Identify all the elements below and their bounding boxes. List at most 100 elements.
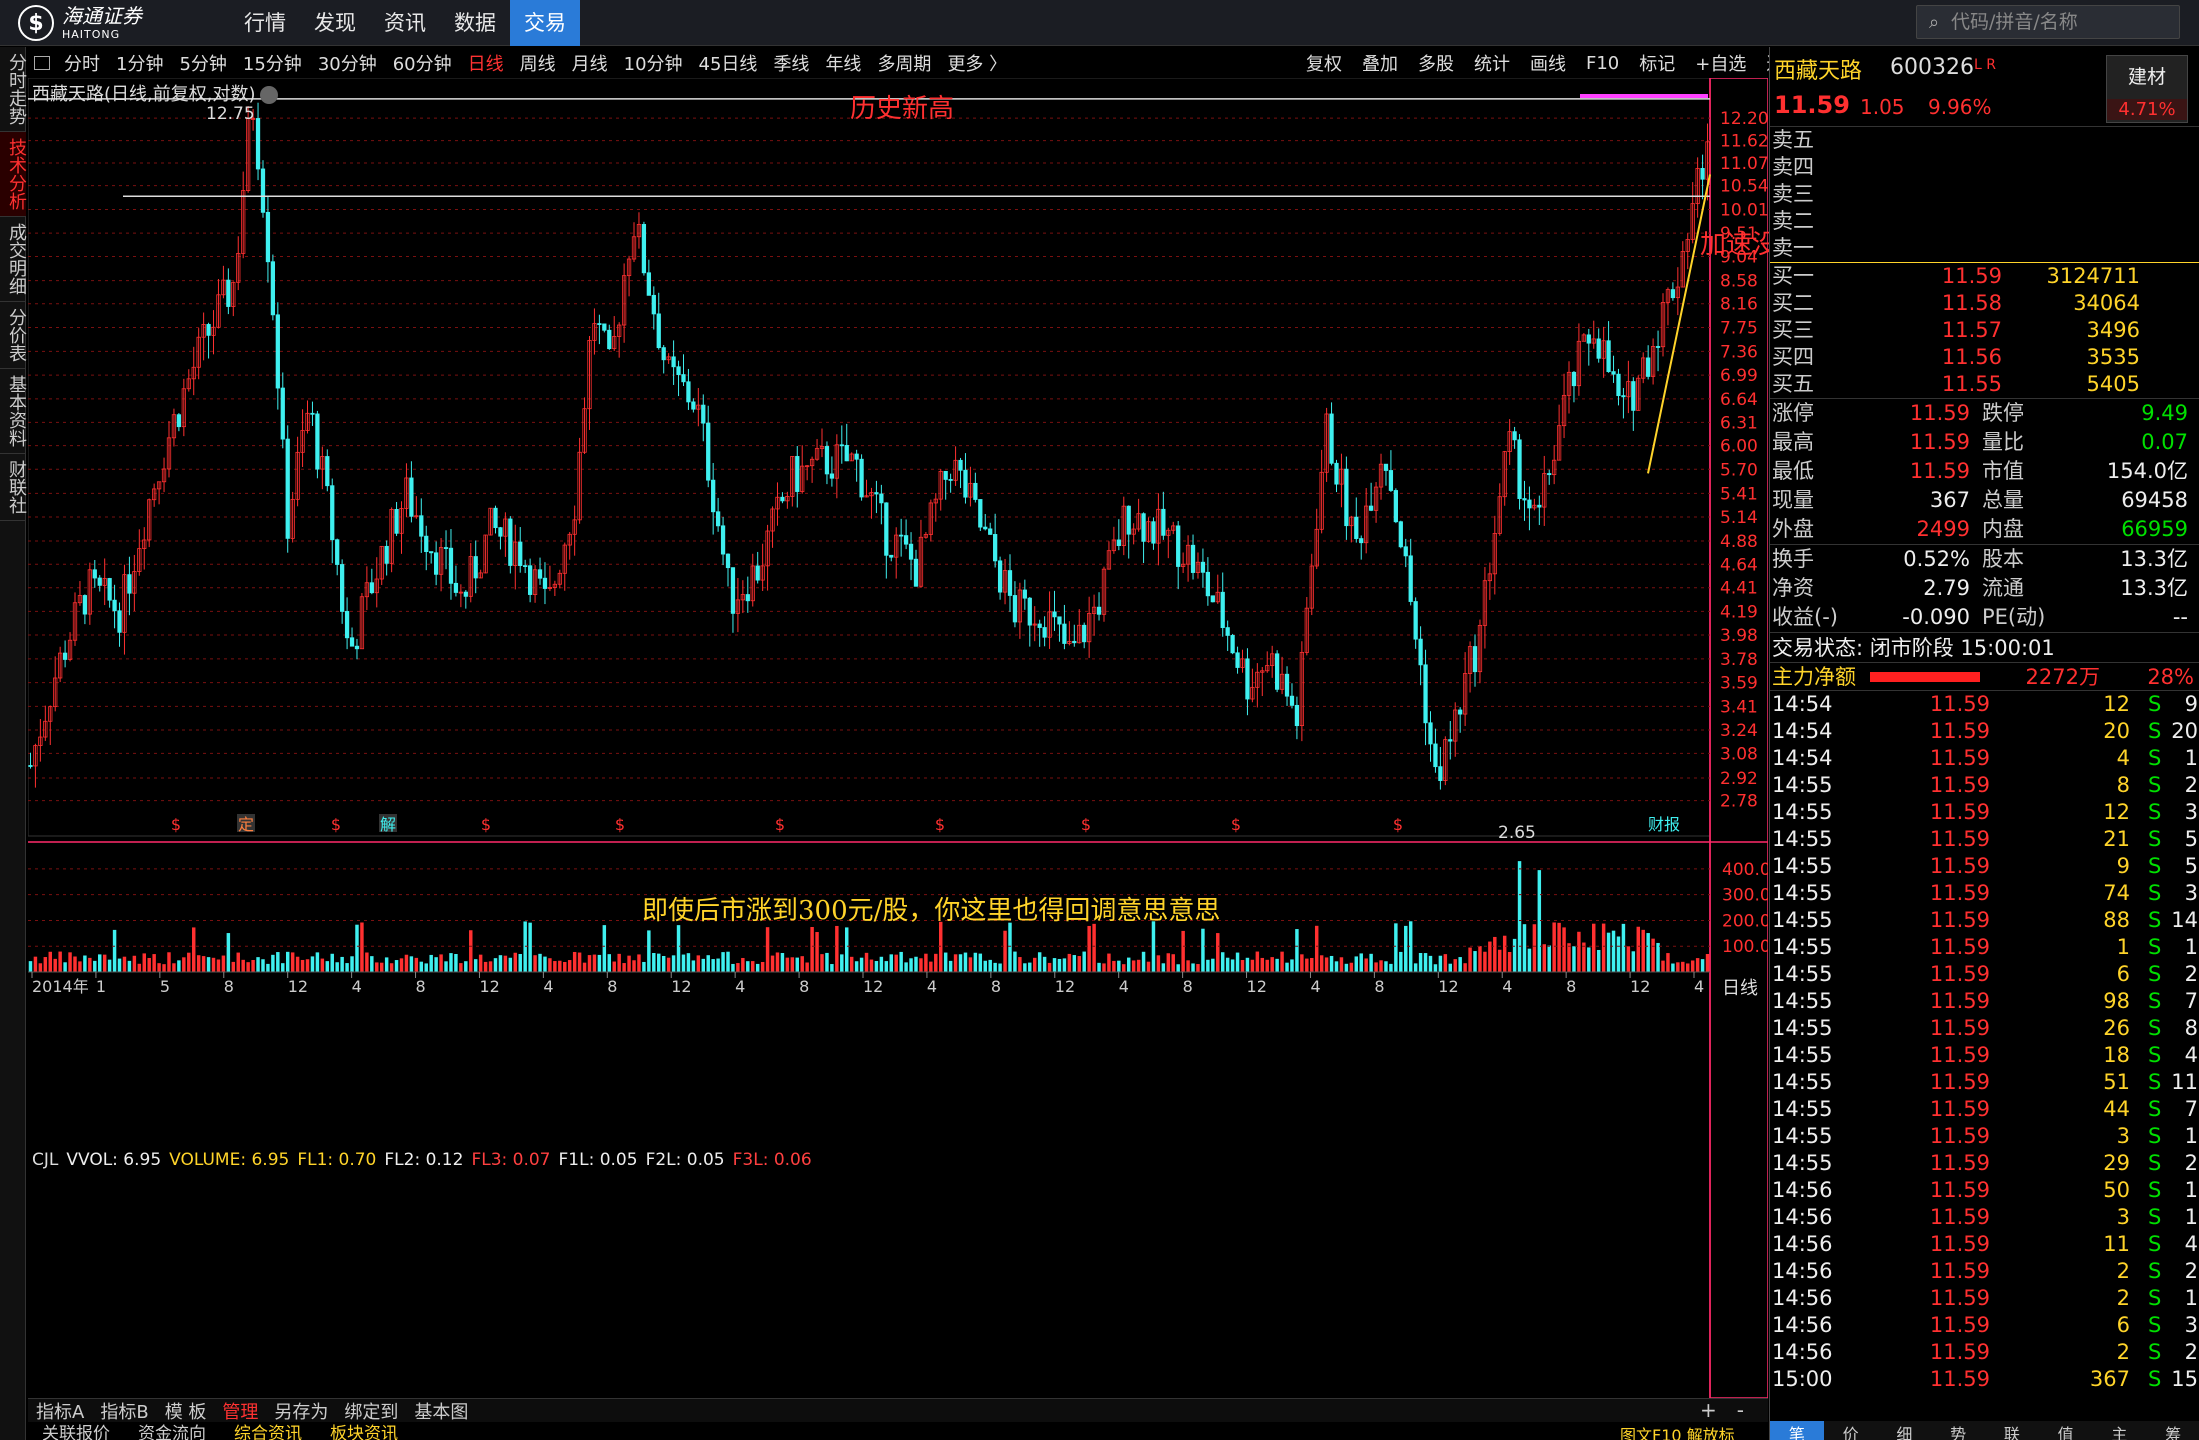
period-2[interactable]: 5分钟 [171, 50, 234, 76]
price-axis-label: 5.41 [1720, 484, 1758, 504]
x-axis-label: 8 [416, 977, 426, 996]
tick-price: 11.59 [1929, 1259, 1990, 1283]
view-tab-1[interactable]: 技术分析 [0, 132, 27, 217]
panel-tab-0[interactable]: 笔 [1770, 1421, 1824, 1440]
candle-body [280, 387, 285, 440]
period-8[interactable]: 月线 [564, 50, 616, 76]
period-10[interactable]: 45日线 [691, 50, 766, 76]
panel-tab-5[interactable]: 值 [2039, 1421, 2093, 1440]
tool-7[interactable]: +自选 [1685, 50, 1756, 76]
period-13[interactable]: 多周期 [869, 50, 939, 76]
candle-body [429, 551, 434, 554]
panel-tab-4[interactable]: 联 [1985, 1421, 2039, 1440]
info-tab-0[interactable]: 关联报价 [28, 1422, 124, 1440]
tick-time: 14:55 [1772, 800, 1833, 824]
tick-side: S [2148, 1205, 2162, 1229]
panel-tab-3[interactable]: 势 [1931, 1421, 1985, 1440]
x-axis-label: 12 [1630, 977, 1650, 996]
nav-item-4[interactable]: 交易 [510, 0, 580, 46]
main-flow-label: 主力净额 [1772, 665, 1856, 689]
panel-tab-1[interactable]: 价 [1824, 1421, 1878, 1440]
tool-0[interactable]: 复权 [1296, 50, 1352, 76]
candle-body [1210, 595, 1215, 603]
tick-row: 14:54 11.59 12 S 9 [1770, 691, 2199, 718]
view-tab-4[interactable]: 基本资料 [0, 369, 27, 454]
layout-toggle-icon[interactable] [34, 56, 50, 70]
tool-6[interactable]: 标记 [1629, 50, 1685, 76]
candle-body [1151, 521, 1156, 544]
indicator-tab-0[interactable]: 指标A [28, 1398, 92, 1424]
period-1[interactable]: 1分钟 [108, 50, 171, 76]
kline-chart[interactable]: 12.2011.6211.0710.5410.019.519.048.588.1… [28, 78, 1768, 1398]
period-12[interactable]: 年线 [817, 50, 869, 76]
panel-tab-7[interactable]: 筹 [2146, 1421, 2199, 1440]
indicator-tab-5[interactable]: 绑定到 [336, 1398, 406, 1424]
price-axis-label: 6.99 [1720, 366, 1758, 386]
period-5[interactable]: 60分钟 [385, 50, 460, 76]
industry-badge[interactable]: 建材 4.71% [2106, 55, 2188, 123]
main-flow-pct: 28% [2147, 665, 2194, 689]
volume-legend-item: CJL [32, 1150, 59, 1170]
tool-5[interactable]: F10 [1576, 53, 1629, 74]
tick-price: 11.59 [1929, 1205, 1990, 1229]
chart-area: 12.20 11.62 11.07 10.54 10.01 9.51 9.04 8.58 8.1… [28, 78, 1830, 1408]
chart-title[interactable]: 西藏天路(日线,前复权,对数) [32, 80, 278, 106]
nav-item-3[interactable]: 数据 [440, 0, 510, 46]
nav-item-2[interactable]: 资讯 [370, 0, 440, 46]
nav-item-0[interactable]: 行情 [230, 0, 300, 46]
tick-side: S [2148, 1043, 2162, 1067]
period-0[interactable]: 分时 [56, 50, 108, 76]
search-box[interactable]: ⌕ [1916, 5, 2180, 39]
indicator-tab-1[interactable]: 指标B [92, 1398, 156, 1424]
price-axis-label: 4.64 [1720, 555, 1758, 575]
period-11[interactable]: 季线 [765, 50, 817, 76]
info-tab-2[interactable]: 综合资讯 [220, 1422, 316, 1440]
indicator-tab-6[interactable]: 基本图 [406, 1398, 476, 1424]
tool-1[interactable]: 叠加 [1352, 50, 1408, 76]
period-9[interactable]: 10分钟 [616, 50, 691, 76]
period-4[interactable]: 30分钟 [310, 50, 385, 76]
stats2-label: 流通 [1982, 576, 2024, 600]
tick-price: 11.59 [1929, 1124, 1990, 1148]
price-axis-label: 8.16 [1720, 295, 1758, 315]
panel-tab-6[interactable]: 主 [2093, 1421, 2147, 1440]
period-7[interactable]: 周线 [512, 50, 564, 76]
stats-row: 外盘 2499 内盘 66959 [1770, 515, 2199, 544]
search-input[interactable] [1951, 11, 2171, 33]
view-tab-0[interactable]: 分时走势 [0, 47, 27, 132]
panel-tab-2[interactable]: 细 [1878, 1421, 1932, 1440]
tool-2[interactable]: 多股 [1408, 50, 1464, 76]
indicator-tab-3[interactable]: 管理 [214, 1398, 266, 1424]
indicator-tab-4[interactable]: 另存为 [266, 1398, 336, 1424]
chevron-down-icon[interactable] [259, 86, 278, 104]
info-tab-3[interactable]: 板块资讯 [316, 1422, 412, 1440]
view-tab-3[interactable]: 分价表 [0, 302, 27, 369]
zoom-in-icon[interactable]: + [1700, 1398, 1717, 1422]
candle-body [1289, 695, 1295, 706]
tick-count: 14 [2171, 908, 2198, 932]
tick-list[interactable]: 14:54 11.59 12 S 9 14:54 11.59 20 S 20 14:54 11.59 4… [1770, 691, 2199, 1393]
tool-3[interactable]: 统计 [1464, 50, 1520, 76]
tick-volume: 98 [2103, 989, 2130, 1013]
indicator-tab-2[interactable]: 模 板 [157, 1398, 215, 1424]
view-tab-5[interactable]: 财联社 [0, 454, 27, 521]
stock-change-pct: 9.96% [1928, 95, 1992, 119]
candle-body [661, 347, 666, 361]
x-axis-label: 12 [288, 977, 308, 996]
zoom-out-icon[interactable]: - [1737, 1398, 1744, 1422]
period-6[interactable]: 日线 [460, 50, 512, 76]
candle-body [453, 582, 459, 593]
candle-body [1670, 289, 1676, 299]
tool-4[interactable]: 画线 [1520, 50, 1576, 76]
volume-legend-item: FL2: 0.12 [384, 1150, 464, 1170]
period-14[interactable]: 更多 〉 [939, 50, 1015, 76]
f10-link[interactable]: 图文F10 解放标 [1620, 1422, 1735, 1440]
candle-body [824, 446, 830, 475]
tick-row: 14:55 11.59 21 S 5 [1770, 826, 2199, 853]
stock-name[interactable]: 西藏天路 [1774, 53, 1862, 85]
info-tab-1[interactable]: 资金流向 [124, 1422, 220, 1440]
x-axis-label: 4 [1310, 977, 1320, 996]
view-tab-2[interactable]: 成交明细 [0, 217, 27, 302]
period-3[interactable]: 15分钟 [235, 50, 310, 76]
nav-item-1[interactable]: 发现 [300, 0, 370, 46]
